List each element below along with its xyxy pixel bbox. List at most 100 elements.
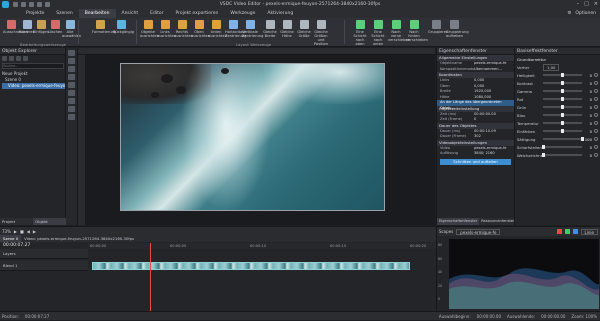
effect-slider[interactable] [543,81,582,85]
effect-value[interactable]: 0 [582,113,592,118]
property-value[interactable]: 0 [474,117,476,123]
slider-knob[interactable] [541,153,545,157]
cursor-tool-icon[interactable] [68,50,75,56]
reset-icon[interactable] [594,89,598,93]
tab-properties[interactable]: Eigenschaftenfenster [437,218,480,225]
tab-video-object[interactable]: Video: pexels-ermique-feuyon-2571264-384… [21,235,137,242]
property-highlight[interactable]: An der Länge des übergeordneten Objek... [437,100,514,110]
ribbon-button-12[interactable]: Horizontale Zentrierung [225,19,246,41]
reset-icon[interactable] [594,97,598,101]
effect-value[interactable]: 0 [582,105,592,110]
scopes-mode-select[interactable]: Linie [580,228,598,235]
options-menu[interactable]: Optionen [575,9,596,18]
ribbon-button-5[interactable]: Formatierung [92,19,116,41]
effect-slider[interactable] [543,89,582,93]
property-value[interactable]: 3840; 2160 [474,151,495,157]
effect-value[interactable]: 0 [582,81,592,86]
play-icon[interactable]: ▶ [14,229,17,234]
slider-knob[interactable] [561,73,564,77]
effect-value[interactable]: 0 [582,121,592,126]
mask-tool-icon[interactable] [68,114,75,120]
reset-icon[interactable] [594,113,598,117]
slider-knob[interactable] [561,121,564,125]
property-value[interactable]: 00:00:00.00 [474,112,496,118]
ribbon-button-16[interactable]: Gleiche Größe [296,19,312,41]
slider-knob[interactable] [561,81,564,85]
ribbon-button-8[interactable]: Links ausrichten [157,19,176,41]
reset-icon[interactable] [594,145,598,149]
ribbon-button-3[interactable]: Löschen [47,19,63,41]
ribbon-button-17[interactable]: Gleiche Größen und Position [313,19,329,46]
menu-tab-3[interactable]: Ansicht [116,9,145,18]
menu-tab-1[interactable]: Szenen [50,9,78,18]
tab-resources[interactable]: Ressourcenfenster [479,218,516,225]
ribbon-button-11[interactable]: Unten ausrichten [208,19,227,41]
slider-knob[interactable] [561,89,564,93]
ribbon-button-14[interactable]: Gleiche Breite [262,19,278,41]
property-value[interactable]: 302 [474,134,481,140]
effect-value[interactable]: 100 [582,137,592,142]
slider-knob[interactable] [561,129,564,133]
video-frame[interactable] [120,63,385,211]
preset-label[interactable]: Grundkorrektur [517,57,546,62]
audio-tool-icon[interactable] [68,106,75,112]
ribbon-button-6[interactable]: Rückgängig [113,19,134,41]
video-clip[interactable] [92,262,410,270]
ribbon-button-9[interactable]: Rechts ausrichten [174,19,193,41]
ribbon-button-20[interactable]: Nach vorne verschieben [388,19,410,42]
view-value[interactable]: 1,00 [543,63,560,71]
reset-icon[interactable] [594,129,598,133]
reset-icon[interactable] [594,81,598,85]
tree-item-video[interactable]: Video: pexels-ermique-feuyon-2 [2,83,65,89]
slider-knob[interactable] [580,137,584,141]
red-channel-icon[interactable] [556,229,562,234]
property-value[interactable]: Übernommen... [474,67,502,73]
next-icon[interactable]: ▶ [33,229,36,234]
menu-tab-7[interactable]: Aktivierung [261,9,299,18]
settings-icon[interactable]: ⚙ [567,9,571,18]
effect-slider[interactable] [541,145,582,149]
effect-slider[interactable] [543,137,584,141]
playhead[interactable] [150,243,151,311]
effect-slider[interactable] [543,113,582,117]
slider-knob[interactable] [561,105,564,109]
slider-knob[interactable] [541,145,545,149]
green-channel-icon[interactable] [564,229,570,234]
ribbon-button-10[interactable]: Oben ausrichten [191,19,210,41]
ribbon-button-7[interactable]: Objekte ausrichten [140,19,159,41]
reset-icon[interactable] [594,73,598,77]
ribbon-button-18[interactable]: Eine Schicht nach oben [352,19,368,46]
shape-tool-icon[interactable] [68,82,75,88]
scopes-source-select[interactable]: pexels-ermique-fe [456,228,501,235]
blue-channel-icon[interactable] [572,229,578,234]
hand-tool-icon[interactable] [68,58,75,64]
text-tool-icon[interactable] [68,74,75,80]
remove-icon[interactable] [9,56,14,61]
tab-scene[interactable]: Szene 0 [0,235,22,242]
effect-slider[interactable] [541,153,582,157]
ribbon-button-22[interactable]: Gruppieren [428,19,448,41]
menu-tab-6[interactable]: Werkzeuge [224,9,261,18]
ribbon-button-4[interactable]: Alle auswählen [62,19,81,41]
menu-tab-4[interactable]: Editor [144,9,169,18]
video-tool-icon[interactable] [68,98,75,104]
slider-knob[interactable] [561,97,564,101]
effect-value[interactable]: 0 [582,129,592,134]
slider-knob[interactable] [561,113,564,117]
effect-value[interactable]: 0 [582,89,592,94]
zoom-value[interactable]: 73% [2,229,11,234]
maximize-icon[interactable]: □ [584,1,589,7]
effect-slider[interactable] [543,97,582,101]
move-down-icon[interactable] [23,56,28,61]
menu-tab-2[interactable]: Bearbeiten [78,9,116,18]
effect-slider[interactable] [543,129,582,133]
timeline-ruler[interactable]: 00:00:00 00:00:05 00:00:10 00:00:15 00:00:20 [88,243,436,249]
effect-slider[interactable] [543,121,582,125]
reset-icon[interactable] [594,105,598,109]
cut-split-button[interactable]: Schnitten und aufteilen [440,158,511,165]
menu-tab-0[interactable]: Projekte [20,9,50,18]
ribbon-button-21[interactable]: Nach hinten verschieben [406,19,428,42]
ribbon-button-0[interactable]: Ausschneiden [3,19,28,41]
stop-icon[interactable]: ■ [20,229,24,234]
effect-value[interactable]: 0 [582,153,592,158]
